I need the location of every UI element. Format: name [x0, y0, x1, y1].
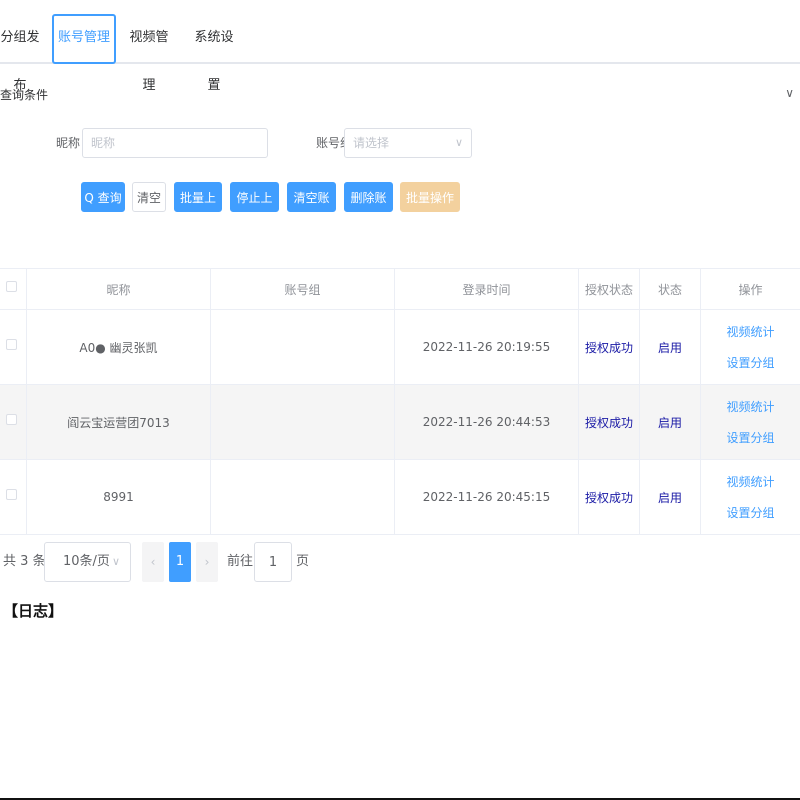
row-select-cell: [0, 460, 27, 534]
chevron-down-icon: ∨: [111, 555, 120, 568]
header-account-group: 账号组: [211, 269, 395, 309]
next-page-button[interactable]: ›: [196, 542, 218, 582]
cell-nickname: A0● 幽灵张凯: [27, 310, 211, 384]
set-group-link[interactable]: 设置分组: [726, 429, 774, 446]
tab-bar: 分组发布 账号管理 视频管理 系统设置: [0, 0, 800, 93]
cell-login-time: 2022-11-26 20:19:55: [395, 310, 579, 384]
set-group-link[interactable]: 设置分组: [726, 504, 774, 521]
header-operations: 操作: [738, 282, 763, 297]
header-login-time: 登录时间: [395, 269, 579, 309]
account-group-select[interactable]: 请选择 ∨: [344, 128, 472, 158]
row-checkbox[interactable]: [6, 414, 17, 425]
status-text: 启用: [657, 340, 682, 355]
row-select-cell: [0, 310, 27, 384]
pagination-total: 共 3 条: [3, 554, 46, 569]
cell-operations: 视频统计 设置分组: [701, 310, 800, 384]
cell-operations: 视频统计 设置分组: [701, 460, 800, 534]
header-nickname: 昵称: [27, 269, 211, 309]
row-select-cell: [0, 385, 27, 459]
page-size-select[interactable]: 10条/页 ∨: [44, 542, 131, 582]
table-row: 8991 2022-11-26 20:45:15 授权成功 启用 视频统计 设置…: [0, 460, 800, 535]
row-checkbox[interactable]: [6, 339, 17, 350]
query-title: 查询条件: [0, 88, 49, 102]
tab-group-publish[interactable]: 分组发布: [0, 14, 40, 93]
tab-video-management[interactable]: 视频管理: [128, 14, 170, 93]
video-stats-link[interactable]: 视频统计: [726, 473, 774, 490]
batch-operations-dropdown[interactable]: 批量操作 ∨: [400, 182, 460, 235]
cell-nickname: 阎云宝运营团7013: [27, 385, 211, 459]
cell-account-group: [211, 385, 395, 459]
table-row: A0● 幽灵张凯 2022-11-26 20:19:55 授权成功 启用 视频统…: [0, 310, 800, 385]
cell-account-group: [211, 310, 395, 384]
nickname-label: 昵称: [56, 136, 81, 150]
cell-auth-status: 授权成功: [579, 385, 640, 459]
set-group-link[interactable]: 设置分组: [726, 354, 774, 371]
goto-label: 前往: [227, 554, 254, 569]
table-header-row: 昵称 账号组 登录时间 授权状态 状态 操作: [0, 269, 800, 310]
video-stats-link[interactable]: 视频统计: [726, 398, 774, 415]
tab-account-management[interactable]: 账号管理: [52, 14, 116, 64]
tab-system-settings[interactable]: 系统设置: [192, 14, 236, 93]
table-row: 阎云宝运营团7013 2022-11-26 20:44:53 授权成功 启用 视…: [0, 385, 800, 460]
header-auth-status: 授权状态: [579, 269, 640, 309]
cell-login-time: 2022-11-26 20:44:53: [395, 385, 579, 459]
log-title: 【日志】: [3, 602, 64, 620]
cell-operations: 视频统计 设置分组: [701, 385, 800, 459]
clear-accounts-button[interactable]: 清空账号: [287, 182, 336, 235]
accounts-table: 昵称 账号组 登录时间 授权状态 状态 操作 A0● 幽灵张凯 2022-11-…: [0, 268, 800, 535]
clear-button[interactable]: 清空: [132, 182, 166, 212]
goto-suffix: 页: [296, 554, 310, 569]
page-number-current[interactable]: 1: [169, 542, 191, 582]
nickname-input[interactable]: [82, 128, 268, 158]
delete-accounts-button[interactable]: 删除账号: [344, 182, 393, 235]
page-size-value: 10条/页: [63, 554, 110, 569]
cell-auth-status: 授权成功: [579, 460, 640, 534]
cell-status: 启用: [640, 310, 701, 384]
query-section-header: 查询条件 ∨: [0, 86, 800, 106]
batch-login-button[interactable]: 批量上号: [174, 182, 222, 235]
pagination: 共 3 条 10条/页 ∨ ‹ 1 › 前往 页: [0, 542, 800, 582]
row-checkbox[interactable]: [6, 489, 17, 500]
prev-page-button[interactable]: ‹: [142, 542, 164, 582]
chevron-down-icon: ∨: [454, 136, 463, 149]
select-all-checkbox[interactable]: [6, 281, 17, 292]
goto-page-input[interactable]: [254, 542, 292, 582]
auth-status-text: 授权成功: [584, 415, 633, 430]
status-text: 启用: [657, 415, 682, 430]
cell-login-time: 2022-11-26 20:45:15: [395, 460, 579, 534]
cell-nickname: 8991: [27, 460, 211, 534]
cell-account-group: [211, 460, 395, 534]
auth-status-text: 授权成功: [584, 340, 633, 355]
auth-status-text: 授权成功: [584, 490, 633, 505]
cell-status: 启用: [640, 385, 701, 459]
stop-login-button[interactable]: 停止上号: [230, 182, 279, 235]
account-group-placeholder: 请选择: [353, 136, 390, 150]
video-stats-link[interactable]: 视频统计: [726, 323, 774, 340]
status-text: 启用: [657, 490, 682, 505]
header-status: 状态: [640, 269, 701, 309]
cell-status: 启用: [640, 460, 701, 534]
search-button[interactable]: Q 查询: [81, 182, 125, 212]
chevron-down-icon[interactable]: ∨: [785, 86, 794, 100]
cell-auth-status: 授权成功: [579, 310, 640, 384]
header-select-cell: [0, 269, 27, 309]
